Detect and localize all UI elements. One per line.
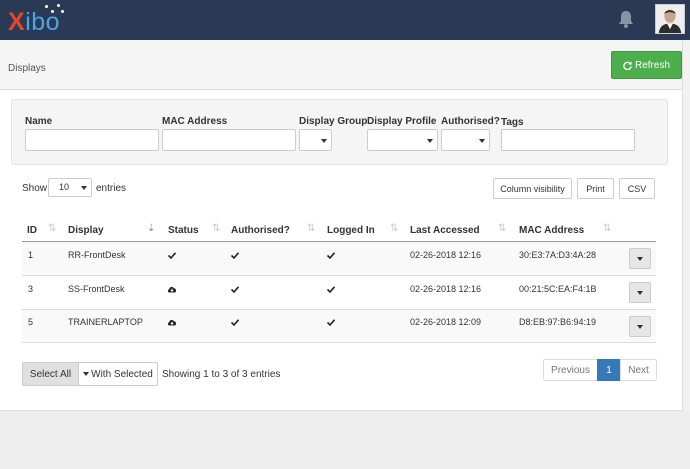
check-icon (327, 252, 335, 259)
column-header-logged-in[interactable]: Logged In (327, 225, 375, 236)
sort-icon: ⇅ (498, 223, 507, 234)
display-group-label: Display Group (299, 116, 368, 127)
with-selected-dropdown[interactable]: With Selected (78, 362, 158, 386)
refresh-button[interactable]: Refresh (611, 51, 682, 79)
csv-button[interactable]: CSV (619, 178, 655, 199)
tags-filter-input[interactable] (501, 129, 635, 151)
column-header-id[interactable]: ID (27, 225, 37, 236)
row-actions-button[interactable] (629, 316, 651, 337)
mac-filter-input[interactable] (162, 129, 296, 151)
row-divider (22, 342, 656, 343)
page-length-select[interactable]: 10 (48, 178, 92, 197)
sort-desc-icon: ⇣ (147, 223, 156, 234)
check-icon (327, 286, 335, 293)
pagination-next[interactable]: Next (620, 359, 657, 381)
logo-dots-icon (44, 4, 66, 18)
sort-icon: ⇅ (603, 223, 612, 234)
display-group-select[interactable] (299, 129, 332, 151)
cloud-download-icon (167, 319, 177, 326)
scroll-gutter (682, 40, 690, 411)
user-avatar[interactable] (655, 4, 685, 34)
page-header: Displays Refresh (0, 40, 682, 90)
column-header-authorised[interactable]: Authorised? (231, 225, 290, 236)
row-actions-button[interactable] (629, 248, 651, 269)
displays-panel: Name MAC Address Display Group Display P… (0, 90, 682, 411)
pagination-page-1[interactable]: 1 (597, 359, 621, 381)
check-icon (231, 286, 239, 293)
check-icon (231, 319, 239, 326)
check-icon (168, 252, 176, 259)
sort-icon: ⇅ (212, 223, 221, 234)
cell-mac: 00:21:5C:EA:F4:1B (519, 284, 597, 294)
name-filter-label: Name (25, 116, 53, 127)
caret-down-icon (83, 372, 90, 376)
cell-display: RR-FrontDesk (68, 250, 126, 260)
mac-filter-label: MAC Address (162, 116, 228, 127)
cell-display: SS-FrontDesk (68, 284, 125, 294)
cell-last-accessed: 02-26-2018 12:09 (410, 317, 482, 327)
cell-mac: D8:EB:97:B6:94:19 (519, 317, 597, 327)
table-info: Showing 1 to 3 of 3 entries (162, 369, 281, 380)
tags-filter-label: Tags (501, 117, 524, 128)
sort-icon: ⇅ (48, 223, 57, 234)
sort-icon: ⇅ (390, 223, 399, 234)
sort-icon: ⇅ (307, 223, 316, 234)
column-header-status[interactable]: Status (168, 225, 199, 236)
cell-last-accessed: 02-26-2018 12:16 (410, 250, 482, 260)
cell-id: 1 (28, 250, 34, 260)
print-button[interactable]: Print (577, 178, 614, 199)
bell-icon[interactable] (617, 9, 635, 29)
name-filter-input[interactable] (25, 129, 159, 151)
check-icon (231, 252, 239, 259)
authorised-filter-label: Authorised? (441, 116, 500, 127)
pagination-previous[interactable]: Previous (543, 359, 598, 381)
cloud-download-icon (167, 286, 177, 293)
entries-label: entries (96, 183, 127, 194)
column-header-mac[interactable]: MAC Address (519, 225, 584, 236)
display-profile-select[interactable] (367, 129, 438, 151)
select-all-button[interactable]: Select All (22, 362, 79, 386)
cell-display: TRAINERLAPTOP (68, 317, 143, 327)
column-header-display[interactable]: Display (68, 225, 104, 236)
page-title: Displays (8, 63, 46, 74)
top-navbar: Xibo (0, 0, 690, 40)
cell-id: 3 (28, 284, 34, 294)
authorised-filter-select[interactable] (441, 129, 490, 151)
display-profile-label: Display Profile (367, 116, 437, 127)
column-header-last-accessed[interactable]: Last Accessed (410, 225, 480, 236)
check-icon (327, 319, 335, 326)
filter-form: Name MAC Address Display Group Display P… (11, 99, 668, 165)
column-visibility-button[interactable]: Column visibility (493, 178, 572, 199)
show-label: Show (22, 183, 48, 194)
refresh-icon (623, 60, 632, 70)
cell-mac: 30:E3:7A:D3:4A:28 (519, 250, 597, 260)
row-actions-button[interactable] (629, 282, 651, 303)
cell-id: 5 (28, 317, 34, 327)
cell-last-accessed: 02-26-2018 12:16 (410, 284, 482, 294)
